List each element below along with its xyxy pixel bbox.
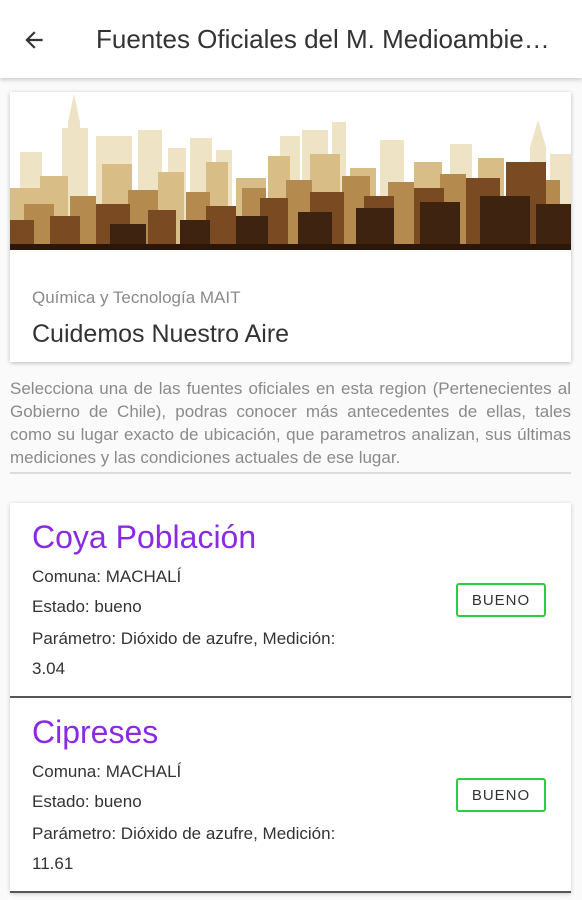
status-button[interactable]: BUENO xyxy=(456,583,546,617)
station-parametro: Parámetro: Dióxido de azufre, Medición: xyxy=(32,629,336,648)
header-card: Química y Tecnología MAIT Cuidemos Nuest… xyxy=(10,92,571,362)
back-button[interactable] xyxy=(16,22,52,58)
status-button[interactable]: BUENO xyxy=(456,778,546,812)
station-estado: Estado: bueno xyxy=(32,597,142,616)
arrow-back-icon xyxy=(25,31,43,49)
station-list: Coya Población Comuna: MACHALÍ Estado: b… xyxy=(10,503,571,893)
station-estado: Estado: bueno xyxy=(32,792,142,811)
station-medicion: 11.61 xyxy=(32,854,74,873)
station-comuna: Comuna: MACHALÍ xyxy=(32,762,182,781)
card-title: Cuidemos Nuestro Aire xyxy=(32,320,290,348)
description-text: Selecciona una de las fuentes oficiales … xyxy=(10,377,571,474)
page-title: Fuentes Oficiales del M. Medioambiente xyxy=(96,24,556,54)
content-area: Química y Tecnología MAIT Cuidemos Nuest… xyxy=(0,78,582,900)
station-item[interactable]: Cipreses Comuna: MACHALÍ Estado: bueno P… xyxy=(10,698,571,893)
station-name[interactable]: Cipreses xyxy=(32,714,158,751)
city-skyline-image xyxy=(10,92,571,250)
card-subtitle: Química y Tecnología MAIT xyxy=(32,288,241,307)
station-name[interactable]: Coya Población xyxy=(32,519,256,556)
station-item[interactable]: Coya Población Comuna: MACHALÍ Estado: b… xyxy=(10,503,571,698)
station-parametro: Parámetro: Dióxido de azufre, Medición: xyxy=(32,824,336,843)
app-bar: Fuentes Oficiales del M. Medioambiente xyxy=(0,0,582,78)
station-medicion: 3.04 xyxy=(32,659,66,678)
station-comuna: Comuna: MACHALÍ xyxy=(32,567,182,586)
